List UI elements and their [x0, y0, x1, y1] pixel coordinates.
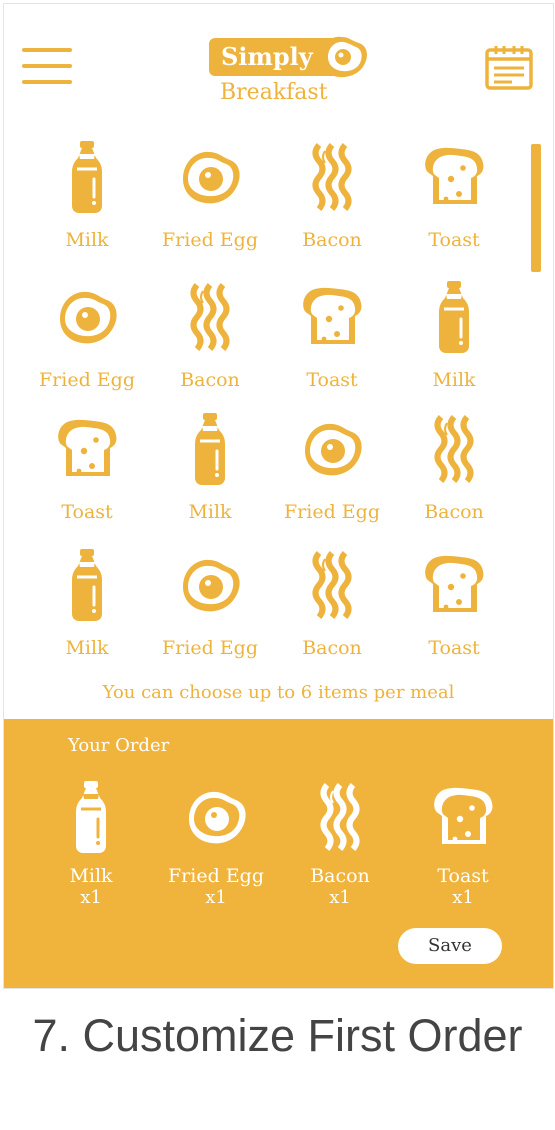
food-option-label: Fried Egg: [284, 501, 380, 523]
order-item-egg[interactable]: Fried Egg x1: [161, 779, 271, 908]
hamburger-icon[interactable]: [22, 48, 76, 88]
order-item-quantity: x1: [80, 887, 102, 908]
food-option-label: Milk: [65, 229, 109, 251]
app-screen: Simply Breakfast Milk Fried Egg Bacon To…: [3, 3, 554, 989]
food-option-egg[interactable]: Fried Egg: [150, 547, 270, 667]
milk-icon: [150, 411, 270, 487]
order-item-quantity: x1: [452, 887, 474, 908]
calendar-icon[interactable]: [484, 44, 534, 92]
food-option-label: Milk: [432, 369, 476, 391]
egg-icon: [150, 547, 270, 623]
food-option-egg[interactable]: Fried Egg: [150, 139, 270, 259]
order-item-quantity: x1: [205, 887, 227, 908]
food-option-milk[interactable]: Milk: [150, 411, 270, 531]
food-option-bacon[interactable]: Bacon: [272, 139, 392, 259]
bacon-icon: [272, 547, 392, 623]
food-option-label: Toast: [428, 229, 480, 251]
food-option-milk[interactable]: Milk: [394, 279, 514, 399]
toast-icon: [408, 779, 518, 859]
food-option-label: Milk: [188, 501, 232, 523]
bacon-icon: [285, 779, 395, 859]
screen-caption: 7. Customize First Order: [32, 1010, 523, 1061]
app-logo: Simply Breakfast: [204, 32, 374, 112]
food-option-bacon[interactable]: Bacon: [150, 279, 270, 399]
your-order-title: Your Order: [68, 735, 170, 756]
food-option-label: Bacon: [180, 369, 240, 391]
egg-icon: [27, 279, 147, 355]
food-option-toast[interactable]: Toast: [394, 139, 514, 259]
order-item-bacon[interactable]: Bacon x1: [285, 779, 395, 908]
scrollbar[interactable]: [531, 144, 541, 272]
save-button[interactable]: Save: [398, 928, 502, 964]
your-order-panel: Your Order Milk x1 Fried Egg x1 Bacon x1 To…: [4, 719, 553, 988]
food-option-bacon[interactable]: Bacon: [272, 547, 392, 667]
food-option-label: Fried Egg: [39, 369, 135, 391]
food-option-toast[interactable]: Toast: [27, 411, 147, 531]
food-option-label: Fried Egg: [162, 637, 258, 659]
order-item-name: Bacon: [310, 865, 370, 887]
toast-icon: [272, 279, 392, 355]
food-option-label: Bacon: [302, 229, 362, 251]
egg-icon: [150, 139, 270, 215]
bacon-icon: [394, 411, 514, 487]
food-option-label: Toast: [306, 369, 358, 391]
food-option-toast[interactable]: Toast: [272, 279, 392, 399]
order-item-name: Toast: [437, 865, 489, 887]
egg-icon: [272, 411, 392, 487]
order-item-name: Milk: [69, 865, 113, 887]
food-option-label: Bacon: [302, 637, 362, 659]
food-option-label: Fried Egg: [162, 229, 258, 251]
food-option-label: Milk: [65, 637, 109, 659]
bacon-icon: [272, 139, 392, 215]
food-option-milk[interactable]: Milk: [27, 547, 147, 667]
order-item-toast[interactable]: Toast x1: [408, 779, 518, 908]
bacon-icon: [150, 279, 270, 355]
toast-icon: [27, 411, 147, 487]
milk-icon: [27, 139, 147, 215]
food-option-label: Toast: [61, 501, 113, 523]
food-option-toast[interactable]: Toast: [394, 547, 514, 667]
order-item-quantity: x1: [329, 887, 351, 908]
food-option-bacon[interactable]: Bacon: [394, 411, 514, 531]
toast-icon: [394, 139, 514, 215]
toast-icon: [394, 547, 514, 623]
logo-text-bottom: Breakfast: [220, 80, 328, 105]
milk-icon: [27, 547, 147, 623]
food-option-egg[interactable]: Fried Egg: [27, 279, 147, 399]
order-item-name: Fried Egg: [168, 865, 264, 887]
milk-icon: [394, 279, 514, 355]
milk-icon: [36, 779, 146, 859]
order-item-milk[interactable]: Milk x1: [36, 779, 146, 908]
food-option-milk[interactable]: Milk: [27, 139, 147, 259]
selection-limit-note: You can choose up to 6 items per meal: [102, 682, 455, 703]
food-option-label: Bacon: [424, 501, 484, 523]
food-option-label: Toast: [428, 637, 480, 659]
food-option-egg[interactable]: Fried Egg: [272, 411, 392, 531]
logo-egg-icon: [322, 36, 367, 78]
egg-icon: [161, 779, 271, 859]
